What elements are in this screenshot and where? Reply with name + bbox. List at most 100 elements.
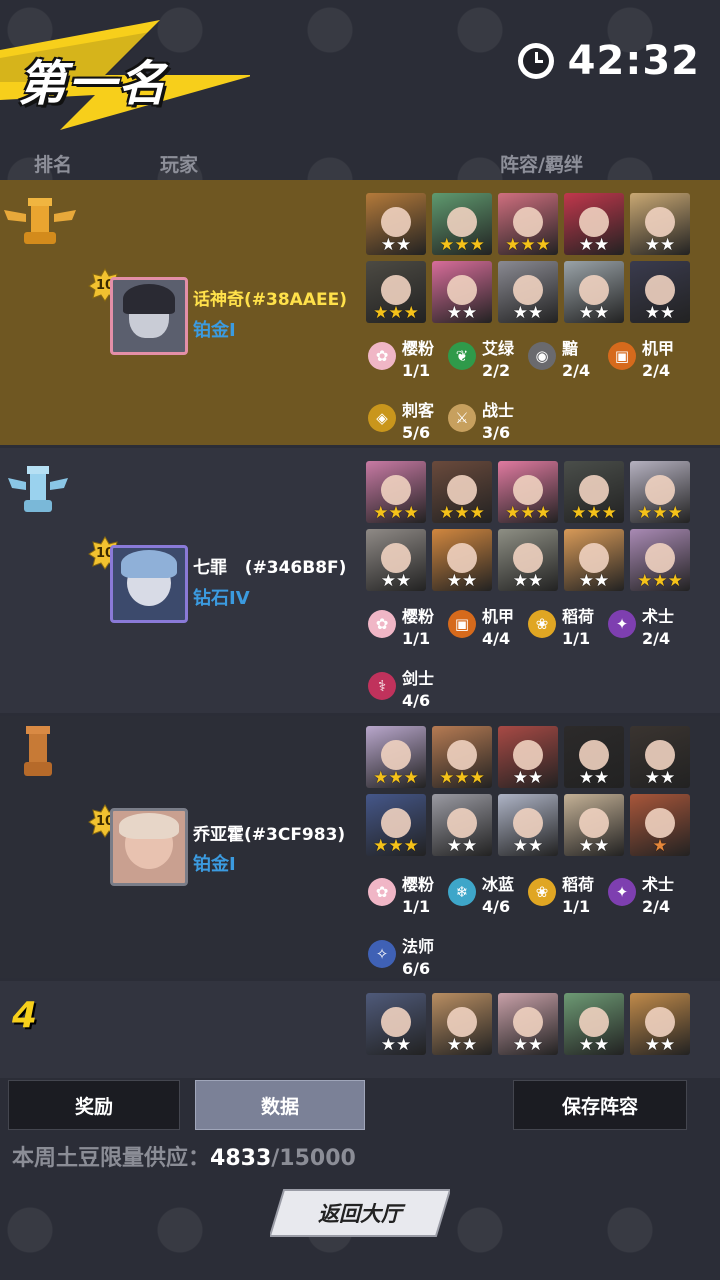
hero-card[interactable]: ★ ★ ★ <box>432 193 492 255</box>
synergy-item[interactable]: ▣ 机甲 4/4 <box>448 606 514 650</box>
hero-portrait <box>513 207 543 237</box>
synergy-item[interactable]: ✦ 术士 2/4 <box>608 606 674 650</box>
hero-card[interactable]: ★ ★ ★ <box>366 261 426 323</box>
synergy-item[interactable]: ✿ 樱粉 1/1 <box>368 606 434 650</box>
avatar[interactable] <box>110 545 188 623</box>
hero-card[interactable]: ★ ★ <box>498 993 558 1055</box>
synergy-item[interactable]: ✧ 法师 6/6 <box>368 936 434 980</box>
column-player: 玩家 <box>160 154 199 176</box>
hero-card[interactable]: ★ ★ <box>630 193 690 255</box>
star-rating: ★ ★ ★ <box>564 503 624 523</box>
synergy-item[interactable]: ✿ 樱粉 1/1 <box>368 874 434 918</box>
hero-card[interactable]: ★ ★ <box>498 794 558 856</box>
hero-card[interactable]: ★ ★ <box>564 261 624 323</box>
hero-card[interactable]: ★ ★ ★ <box>432 461 492 523</box>
star-icon: ★ <box>388 503 404 523</box>
hero-card[interactable]: ★ ★ ★ <box>432 726 492 788</box>
star-rating: ★ ★ <box>630 303 690 323</box>
hero-card[interactable]: ★ ★ ★ <box>564 461 624 523</box>
hero-card[interactable]: ★ ★ <box>564 794 624 856</box>
star-icon: ★ <box>594 1035 610 1055</box>
star-icon: ★ <box>528 1035 544 1055</box>
clock-icon <box>517 43 554 79</box>
hero-card[interactable]: ★ ★ <box>630 726 690 788</box>
synergy-count: 5/6 <box>402 423 431 442</box>
star-icon: ★ <box>446 836 462 856</box>
star-rating: ★ ★ <box>498 1035 558 1055</box>
hero-card[interactable]: ★ ★ <box>432 993 492 1055</box>
rank-number: 4 <box>12 995 38 1036</box>
ranking-row-3[interactable]: 10 乔亚霍(#3CF983) 铂金I ★ ★ ★ ★ ★ ★ ★ ★ ★ ★ ★ ★ ★ ★ ★ ★ ★ ★ ★ ★… <box>0 716 720 978</box>
hero-card[interactable]: ★ ★ <box>366 193 426 255</box>
synergy-item[interactable]: ❦ 艾绿 2/2 <box>448 338 514 382</box>
tab-rewards[interactable]: 奖励 <box>8 1080 180 1130</box>
hero-portrait <box>447 207 477 237</box>
hero-card[interactable]: ★ ★ ★ <box>366 726 426 788</box>
hero-card[interactable]: ★ ★ <box>366 529 426 591</box>
synergy-item[interactable]: ❄ 冰蓝 4/6 <box>448 874 514 918</box>
hero-portrait <box>579 740 609 770</box>
synergy-item[interactable]: ⚔ 战士 3/6 <box>448 400 514 444</box>
star-icon: ★ <box>644 235 660 255</box>
star-icon: ★ <box>652 503 668 523</box>
synergy-count: 1/1 <box>402 897 431 916</box>
hero-card[interactable]: ★ ★ <box>630 261 690 323</box>
hero-card[interactable]: ★ ★ <box>564 993 624 1055</box>
hero-card[interactable]: ★ ★ ★ <box>630 461 690 523</box>
hero-card[interactable]: ★ ★ <box>432 794 492 856</box>
synergy-count: 1/1 <box>562 629 591 648</box>
hero-card[interactable]: ★ ★ ★ <box>630 529 690 591</box>
synergy-item[interactable]: ◉ 黯 2/4 <box>528 338 590 382</box>
hero-portrait <box>645 740 675 770</box>
synergy-item[interactable]: ✿ 樱粉 1/1 <box>368 338 434 382</box>
hero-card[interactable]: ★ ★ <box>498 726 558 788</box>
hero-portrait <box>513 808 543 838</box>
star-icon: ★ <box>578 836 594 856</box>
warrior-icon: ⚔ <box>448 404 476 432</box>
star-icon: ★ <box>396 235 412 255</box>
star-icon: ★ <box>528 836 544 856</box>
hero-card[interactable]: ★ ★ ★ <box>498 193 558 255</box>
hero-card[interactable]: ★ ★ ★ <box>366 794 426 856</box>
ranking-row-1[interactable]: 10 话神奇(#38AAEE) 铂金I ★ ★ ★ ★ ★ ★ ★ ★ ★ ★ ★ ★ ★ ★ ★ ★ ★ ★ ★ ★… <box>0 180 720 445</box>
star-icon: ★ <box>439 768 455 788</box>
back-to-lobby-button[interactable]: 返回大厅 <box>270 1188 450 1238</box>
star-icon: ★ <box>403 503 419 523</box>
hero-card[interactable]: ★ ★ <box>498 261 558 323</box>
synergy-item[interactable]: ❀ 稻荷 1/1 <box>528 606 594 650</box>
hero-card[interactable]: ★ ★ <box>630 993 690 1055</box>
hero-card[interactable]: ★ ★ <box>432 261 492 323</box>
star-icon: ★ <box>373 503 389 523</box>
player-tier: 钻石IV <box>193 588 250 609</box>
synergy-item[interactable]: ❀ 稻荷 1/1 <box>528 874 594 918</box>
star-rating: ★ ★ ★ <box>366 503 426 523</box>
hero-card[interactable]: ★ ★ <box>564 529 624 591</box>
synergy-item[interactable]: ✦ 术士 2/4 <box>608 874 674 918</box>
mage-icon: ✧ <box>368 940 396 968</box>
hero-portrait <box>381 475 411 505</box>
hero-card[interactable]: ★ ★ <box>564 726 624 788</box>
star-rating: ★ ★ <box>498 768 558 788</box>
tab-data[interactable]: 数据 <box>195 1080 365 1130</box>
hero-card[interactable]: ★ ★ <box>366 993 426 1055</box>
synergy-item[interactable]: ⚕ 剑士 4/6 <box>368 668 434 712</box>
hero-card[interactable]: ★ ★ <box>432 529 492 591</box>
robot-icon: ▣ <box>608 342 636 370</box>
avatar[interactable] <box>110 277 188 355</box>
hero-card[interactable]: ★ ★ ★ <box>366 461 426 523</box>
star-rating: ★ ★ ★ <box>366 768 426 788</box>
star-icon: ★ <box>594 235 610 255</box>
hero-card[interactable]: ★ ★ ★ <box>498 461 558 523</box>
hero-card[interactable]: ★ <box>630 794 690 856</box>
ranking-row-4[interactable]: 4 ★ ★ ★ ★ ★ ★ ★ ★ ★ ★ <box>0 981 720 1081</box>
save-lineup-button[interactable]: 保存阵容 <box>513 1080 687 1130</box>
hero-card[interactable]: ★ ★ <box>564 193 624 255</box>
avatar[interactable] <box>110 808 188 886</box>
synergy-name: 稻荷 <box>562 607 595 626</box>
synergy-item[interactable]: ◈ 刺客 5/6 <box>368 400 434 444</box>
ranking-row-2[interactable]: 10 七罪 (#346B8F) 钻石IV ★ ★ ★ ★ ★ ★ ★ ★ ★ ★ ★ ★ ★ ★ ★ ★ ★ ★ ★… <box>0 448 720 713</box>
player-tier: 铂金I <box>193 854 236 875</box>
timer-text: 42:32 <box>567 38 700 84</box>
synergy-item[interactable]: ▣ 机甲 2/4 <box>608 338 674 382</box>
hero-card[interactable]: ★ ★ <box>498 529 558 591</box>
